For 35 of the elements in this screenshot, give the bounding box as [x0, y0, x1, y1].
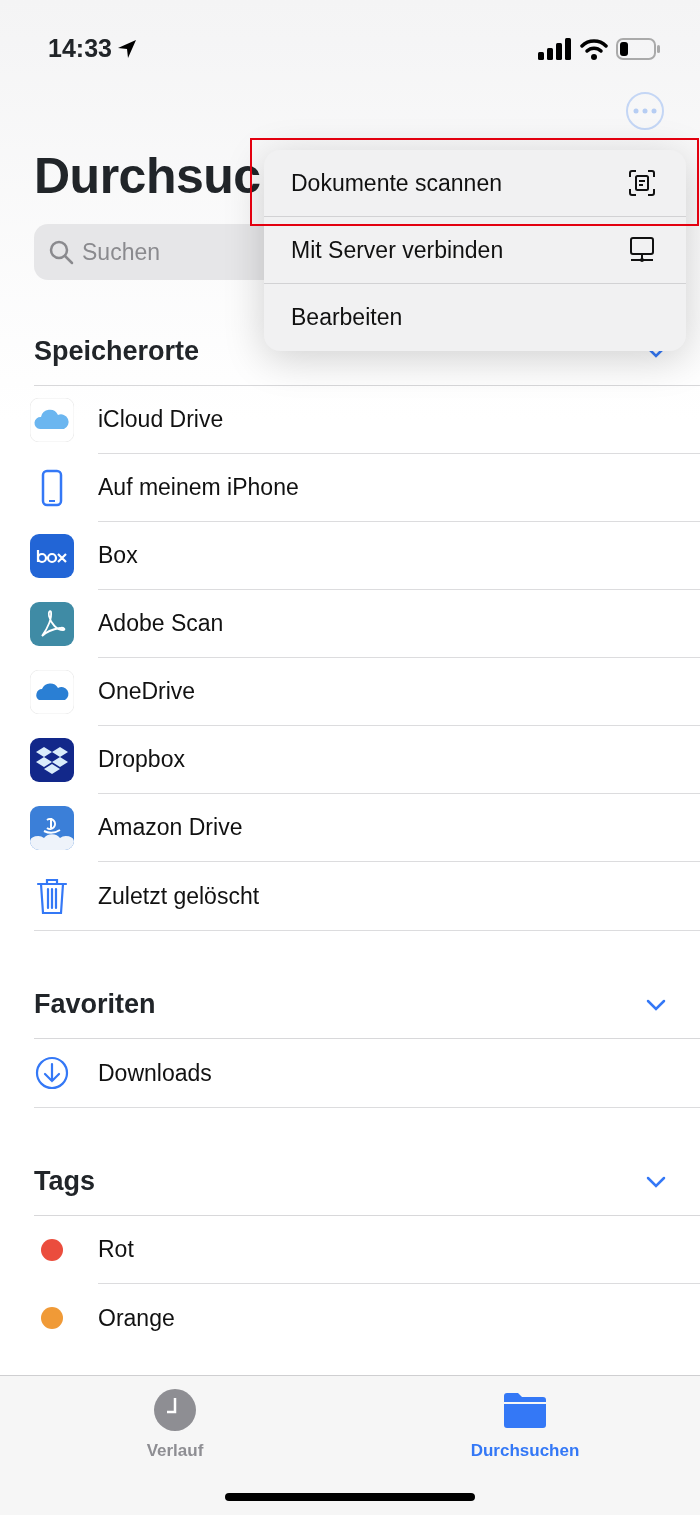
location-item[interactable]: OneDrive [98, 674, 196, 709]
section-title: Favoriten [34, 988, 156, 1021]
document-app-icon [30, 602, 74, 646]
signal-icon [538, 38, 572, 60]
location-item[interactable]: Auf meinem iPhone [98, 470, 299, 505]
section-title: Tags [34, 1165, 95, 1198]
dropbox-app-icon [30, 738, 74, 782]
section-title: Speicherorte [34, 335, 200, 368]
location-item[interactable]: Orange [98, 1300, 175, 1336]
location-item[interactable]: Box [98, 538, 138, 573]
battery-icon [616, 38, 660, 60]
menu-item[interactable]: Dokumente scannen [264, 150, 686, 217]
amazon-app-icon [30, 806, 74, 850]
location-item[interactable]: Zuletzt gelöscht [98, 878, 260, 914]
menu-item[interactable]: Mit Server verbinden [264, 217, 686, 284]
clock-icon [153, 1388, 197, 1432]
collapse-chevron[interactable] [646, 1175, 666, 1188]
collapse-chevron[interactable] [646, 998, 666, 1011]
monitor-icon [628, 236, 656, 264]
search-icon [48, 239, 74, 265]
location-item[interactable]: iCloud Drive [98, 402, 224, 437]
cloud-icon [30, 398, 74, 442]
wifi-icon [580, 38, 608, 60]
scan-icon [628, 169, 656, 197]
location-item[interactable]: Adobe Scan [98, 606, 224, 641]
location-item[interactable]: Rot [98, 1232, 134, 1267]
box-app-icon [30, 534, 74, 578]
tab-item[interactable]: Durchsuchen [350, 1376, 700, 1515]
location-item[interactable]: Dropbox [98, 742, 185, 777]
more-icon [633, 108, 657, 114]
location-item[interactable]: Downloads [98, 1055, 212, 1091]
location-item[interactable]: Amazon Drive [98, 810, 243, 845]
status-time: 14:33 [48, 33, 112, 65]
menu-item[interactable]: Bearbeiten [264, 284, 686, 351]
cloud-icon [30, 670, 74, 714]
